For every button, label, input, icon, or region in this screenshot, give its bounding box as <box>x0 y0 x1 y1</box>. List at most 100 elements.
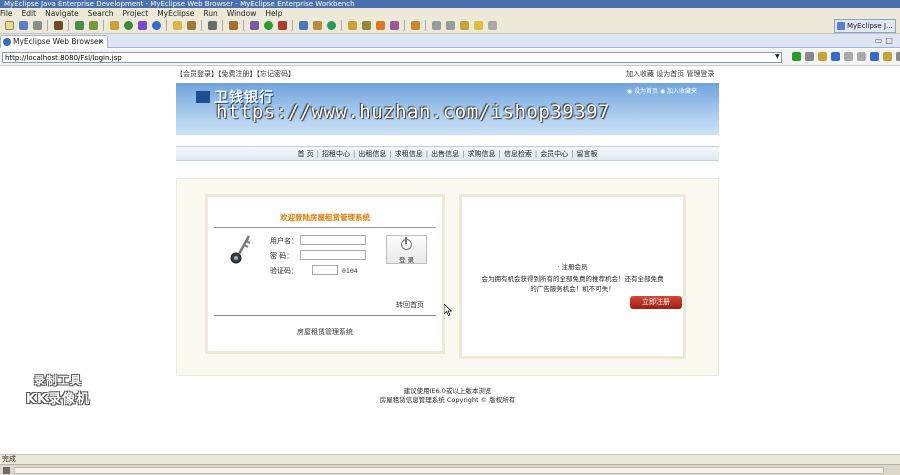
toolbar-separator <box>425 20 426 31</box>
stop-icon[interactable] <box>857 52 866 61</box>
nav-member-center[interactable]: 会员中心 <box>537 149 571 159</box>
menu-navigate[interactable]: Navigate <box>45 9 79 18</box>
banner-links[interactable]: ◉ 设为首页 ◉ 加入收藏夹 <box>627 86 697 95</box>
deploy-icon[interactable] <box>74 21 84 30</box>
forward-icon[interactable] <box>487 21 497 30</box>
recorder-brand: KK录像机 <box>25 392 91 407</box>
toolbar-separator <box>243 20 244 31</box>
debug-icon[interactable] <box>249 21 259 30</box>
window-icon[interactable] <box>207 21 217 30</box>
address-bar: ▼ <box>0 49 900 66</box>
class-icon[interactable] <box>123 21 133 30</box>
nav-sale[interactable]: 出售信息 <box>428 149 462 159</box>
search-icon[interactable] <box>361 21 371 30</box>
login-button-label: 登 录 <box>398 256 415 264</box>
menu-run[interactable]: Run <box>203 9 217 18</box>
new-icon[interactable] <box>4 21 14 30</box>
register-button[interactable]: 立即注册 <box>630 296 682 309</box>
register-text: 会为拥有机会获得到所有的全部免费的推荐机会！还有全部免费 <box>481 275 664 283</box>
close-icon[interactable]: ✕ <box>98 36 104 48</box>
back-icon[interactable] <box>831 52 840 61</box>
captcha-label: 验证码： <box>270 267 298 275</box>
print-icon[interactable] <box>32 21 42 30</box>
perspective-icon <box>837 22 845 30</box>
top-links-left[interactable]: 【会员登录】【免费注册】【忘记密码】 <box>176 69 295 79</box>
interface-icon[interactable] <box>137 21 147 30</box>
home-icon[interactable] <box>883 52 892 61</box>
menu-edit[interactable]: Edit <box>22 9 37 18</box>
minimize-maximize-icon[interactable]: ▭□ <box>875 36 896 45</box>
register-panel: · 注册会员 会为拥有机会获得到所有的全部免费的推荐机会！还有全部免费 的广告服… <box>459 194 686 359</box>
new-package-icon[interactable] <box>312 21 322 30</box>
login-footer: 房屋租赁管理系统 <box>297 328 353 336</box>
chevron-down-icon[interactable]: ▼ <box>775 53 780 60</box>
server-icon[interactable] <box>53 21 63 30</box>
save-icon[interactable] <box>18 21 28 30</box>
prev-annotation-icon[interactable] <box>445 21 455 30</box>
login-button[interactable]: 登 录 <box>386 235 427 264</box>
tab-web-browser[interactable]: MyEclipse Web Browser ✕ <box>0 35 108 48</box>
web-project-icon[interactable] <box>88 21 98 30</box>
menu-bar: File Edit Navigate Search Project MyEcli… <box>0 8 900 18</box>
browser-controls <box>790 52 900 61</box>
captcha-code[interactable]: 0104 <box>342 267 358 275</box>
image-icon[interactable] <box>228 21 238 30</box>
new-class-icon[interactable] <box>326 21 336 30</box>
last-edit-icon[interactable] <box>459 21 469 30</box>
menu-project[interactable]: Project <box>123 9 149 18</box>
package-icon[interactable] <box>109 21 119 30</box>
toolbar-separator <box>404 20 405 31</box>
toolbar-separator <box>166 20 167 31</box>
key-icon <box>230 235 251 264</box>
editor-tab-bar: MyEclipse Web Browser ✕ ▭□ <box>0 34 900 48</box>
menu-file[interactable]: File <box>0 9 13 18</box>
open-icon[interactable] <box>347 21 357 30</box>
nav-purchase[interactable]: 求购信息 <box>464 149 498 159</box>
url-input[interactable] <box>2 52 782 63</box>
nav-rent-out[interactable]: 出租信息 <box>355 149 389 159</box>
nav-home[interactable]: 首 页 <box>294 149 316 159</box>
top-links-right[interactable]: 加入收藏 设为首页 管理登录 <box>626 69 714 79</box>
status-icon <box>3 467 10 474</box>
menu-myeclipse[interactable]: MyEclipse <box>157 9 194 18</box>
brush-icon[interactable] <box>389 21 399 30</box>
external-tools-icon[interactable] <box>277 21 287 30</box>
task-icon[interactable] <box>410 21 420 30</box>
pencil-icon[interactable] <box>375 21 385 30</box>
back-icon[interactable] <box>473 21 483 30</box>
folder-icon[interactable] <box>172 21 182 30</box>
new-java-project-icon[interactable] <box>298 21 308 30</box>
main-content: 欢迎登陆房屋租赁管理系统 用户名： 密 码： 验证码： 0104 登 录 转回首… <box>176 178 719 376</box>
recorder-label: 录制工具 <box>34 374 82 387</box>
nav-search[interactable]: 信息检索 <box>501 149 535 159</box>
perspective-switcher[interactable]: MyEclipse J... <box>834 19 896 33</box>
login-title: 欢迎登陆房屋租赁管理系统 <box>280 213 370 222</box>
watermark-text: https://www.huzhan.com/ishop39397 <box>216 101 610 123</box>
run-icon[interactable] <box>263 21 273 30</box>
menu-help[interactable]: Help <box>265 9 282 18</box>
captcha-input[interactable] <box>312 265 338 275</box>
nav-rental-center[interactable]: 招租中心 <box>319 149 353 159</box>
dropdown-icon[interactable] <box>805 52 814 61</box>
forward-icon[interactable] <box>844 52 853 61</box>
menu-window[interactable]: Window <box>227 9 257 18</box>
bottom-bar <box>0 464 900 475</box>
username-input[interactable] <box>300 235 366 245</box>
print-icon[interactable] <box>896 52 900 61</box>
toolbar-separator <box>292 20 293 31</box>
refresh-icon[interactable] <box>870 52 879 61</box>
back-home-link[interactable]: 转回首页 <box>396 300 424 310</box>
go-icon[interactable] <box>792 52 801 61</box>
password-input[interactable] <box>300 250 366 260</box>
perspective-label: MyEclipse J... <box>847 22 893 30</box>
nav-guestbook[interactable]: 留言板 <box>574 149 601 159</box>
settings-icon[interactable] <box>818 52 827 61</box>
username-label: 用户名： <box>270 237 298 245</box>
menu-search[interactable]: Search <box>88 9 114 18</box>
next-annotation-icon[interactable] <box>431 21 441 30</box>
open-type-icon[interactable] <box>186 21 196 30</box>
window-title: MyEclipse Java Enterprise Development - … <box>0 0 900 8</box>
globe-icon[interactable] <box>151 21 161 30</box>
nav-seek-rent[interactable]: 求租信息 <box>392 149 426 159</box>
toolbar-separator <box>47 20 48 31</box>
